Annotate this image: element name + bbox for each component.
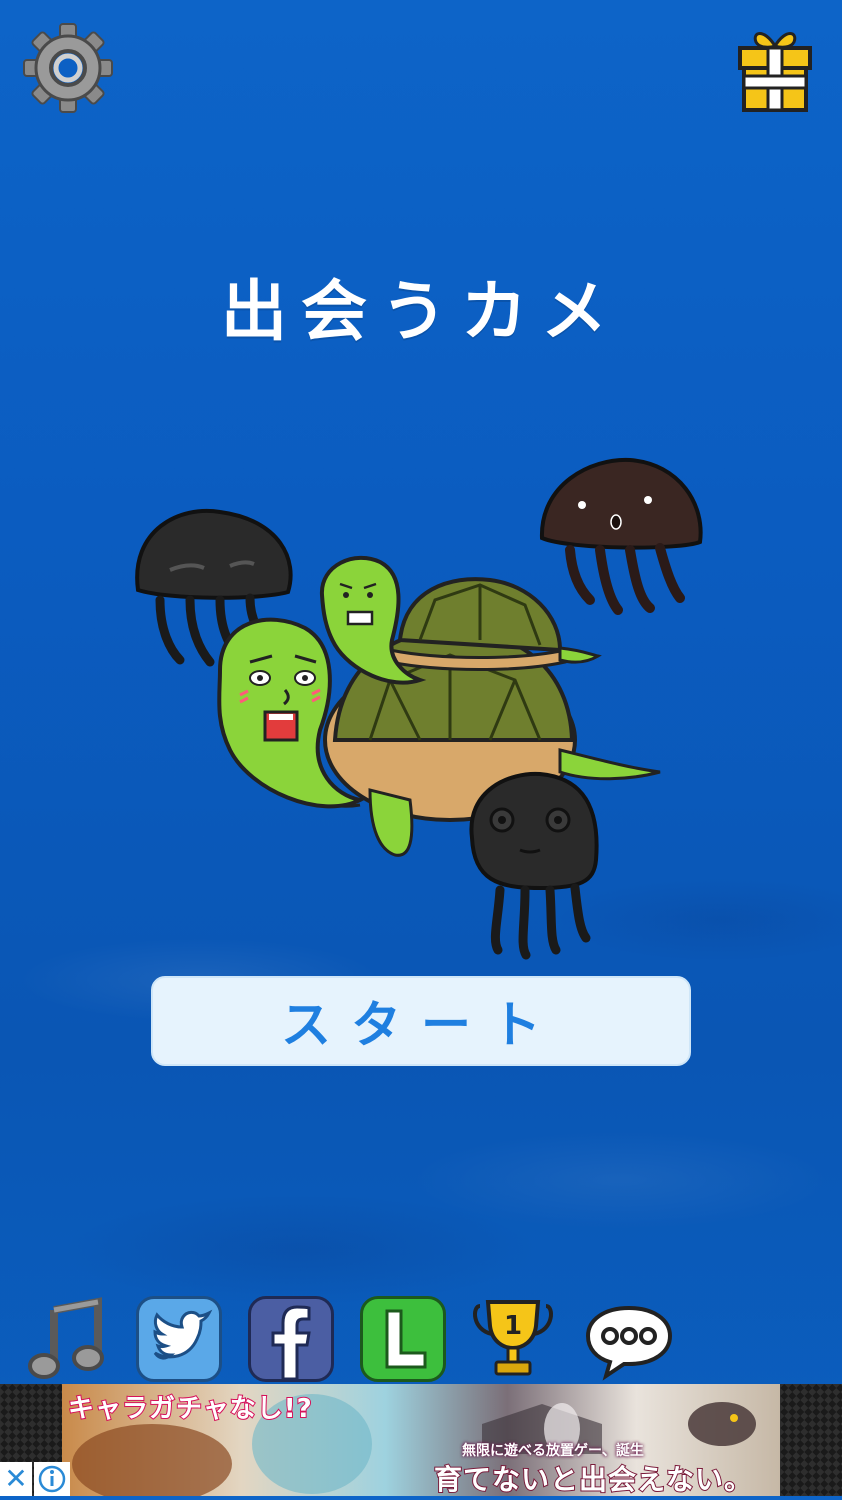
ad-subline: 無限に遊べる放置ゲー、誕生	[462, 1443, 644, 1459]
ad-area: キャラガチャなし!? 無限に遊べる放置ゲー、誕生 育てないと出会えない。	[0, 1384, 842, 1496]
game-title: 出会うカメ	[221, 273, 621, 350]
trophy-icon: 1	[473, 1300, 553, 1376]
ad-side-pattern-right	[780, 1384, 842, 1496]
info-icon	[38, 1465, 66, 1493]
music-button[interactable]	[24, 1296, 110, 1382]
trophy-rank-number: 1	[504, 1311, 522, 1341]
gear-icon	[23, 23, 113, 113]
twitter-button[interactable]	[136, 1296, 222, 1382]
small-turtle	[319, 555, 602, 685]
music-note-icon	[28, 1297, 104, 1379]
gift-button[interactable]	[734, 24, 816, 114]
line-l-icon	[385, 1309, 427, 1369]
start-button[interactable]: スタート	[151, 976, 691, 1066]
settings-button[interactable]	[22, 22, 114, 114]
more-button[interactable]	[584, 1296, 673, 1382]
ad-close-button[interactable]: ✕	[0, 1462, 32, 1496]
turtle-jellyfish-illustration	[135, 457, 703, 960]
twitter-bird-icon	[153, 1309, 213, 1360]
ad-headline: キャラガチャなし!?	[67, 1393, 313, 1425]
ad-banner[interactable]: キャラガチャなし!? 無限に遊べる放置ゲー、誕生 育てないと出会えない。	[62, 1384, 780, 1496]
line-button[interactable]	[360, 1296, 446, 1382]
facebook-button[interactable]	[248, 1296, 334, 1382]
ad-info-button[interactable]	[34, 1462, 70, 1496]
facebook-f-icon	[271, 1305, 311, 1381]
gift-icon	[738, 32, 812, 112]
speech-bubble-dots-icon	[585, 1305, 673, 1381]
ranking-button[interactable]: 1	[470, 1296, 556, 1382]
ad-main-copy: 育てないと出会えない。	[433, 1462, 754, 1496]
jellyfish-bottom	[469, 771, 599, 960]
bottom-toolbar: 1	[0, 1290, 842, 1384]
jellyfish-top-right	[539, 457, 703, 615]
